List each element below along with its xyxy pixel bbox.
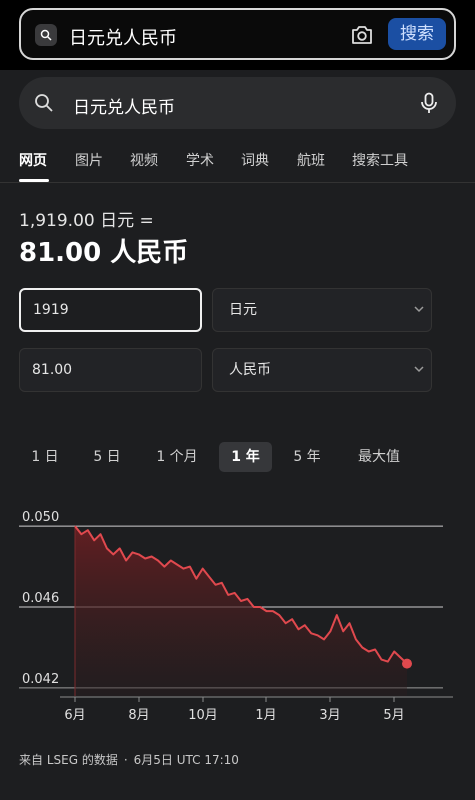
search-button[interactable]: 搜索 <box>388 18 446 50</box>
y-tick-label: 0.042 <box>22 672 59 687</box>
chevron-down-icon <box>414 366 424 373</box>
x-tick-label: 5月 <box>383 708 404 723</box>
camera-icon[interactable] <box>350 24 374 46</box>
search-icon <box>35 94 53 112</box>
conversion-result: 81.00 人民币 <box>19 238 189 268</box>
data-source: 来自 LSEG 的数据 · 6月5日 UTC 17:10 <box>19 753 239 767</box>
source-timestamp: 6月5日 UTC 17:10 <box>133 753 239 767</box>
range-5-year[interactable]: 5 年 <box>284 442 330 472</box>
top-search-query[interactable]: 日元兑人民币 <box>69 24 177 50</box>
search-query[interactable]: 日元兑人民币 <box>73 93 175 118</box>
range-5-day[interactable]: 5 日 <box>84 442 130 472</box>
search-tabs: 网页 图片 视频 学术 词典 航班 搜索工具 <box>0 146 475 182</box>
y-tick-label: 0.046 <box>22 591 59 606</box>
tab-flights[interactable]: 航班 <box>297 150 325 170</box>
search-input[interactable]: 日元兑人民币 <box>19 77 456 129</box>
source-text: 来自 LSEG 的数据 <box>19 753 118 767</box>
search-icon <box>35 24 57 46</box>
conversion-source-amount: 1,919.00 日元 = <box>19 211 154 231</box>
tab-web[interactable]: 网页 <box>19 150 47 170</box>
to-currency-label: 人民币 <box>229 362 271 378</box>
chart-end-point <box>402 658 412 669</box>
microphone-icon[interactable] <box>420 92 438 114</box>
x-tick-label: 6月 <box>64 708 85 723</box>
tab-dictionary[interactable]: 词典 <box>241 150 269 170</box>
top-search-box[interactable]: 日元兑人民币 搜索 <box>19 8 456 60</box>
divider <box>0 182 475 183</box>
y-tick-label: 0.050 <box>22 510 59 525</box>
x-tick-label: 3月 <box>319 708 340 723</box>
x-tick-label: 8月 <box>128 708 149 723</box>
to-currency-select[interactable]: 人民币 <box>212 348 432 392</box>
tab-videos[interactable]: 视频 <box>130 150 158 170</box>
range-1-day[interactable]: 1 日 <box>22 442 68 472</box>
range-1-year[interactable]: 1 年 <box>219 442 272 472</box>
tab-academic[interactable]: 学术 <box>186 150 214 170</box>
range-max[interactable]: 最大值 <box>346 442 412 472</box>
x-tick-label: 10月 <box>188 708 218 723</box>
range-1-month[interactable]: 1 个月 <box>146 442 208 472</box>
tab-images[interactable]: 图片 <box>75 150 103 170</box>
from-amount-input[interactable]: 1919 <box>19 288 202 332</box>
from-currency-label: 日元 <box>229 302 257 318</box>
chart-area <box>75 526 407 696</box>
x-tick-label: 1月 <box>255 708 276 723</box>
tab-search-tools[interactable]: 搜索工具 <box>352 150 408 170</box>
chevron-down-icon <box>414 306 424 313</box>
to-amount-input[interactable]: 81.00 <box>19 348 202 392</box>
time-range-selector: 1 日 5 日 1 个月 1 年 5 年 最大值 <box>0 442 475 474</box>
from-currency-select[interactable]: 日元 <box>212 288 432 332</box>
exchange-rate-chart: 0.050 0.046 0.042 6月 8月 10月 1月 3月 5月 <box>19 510 453 723</box>
